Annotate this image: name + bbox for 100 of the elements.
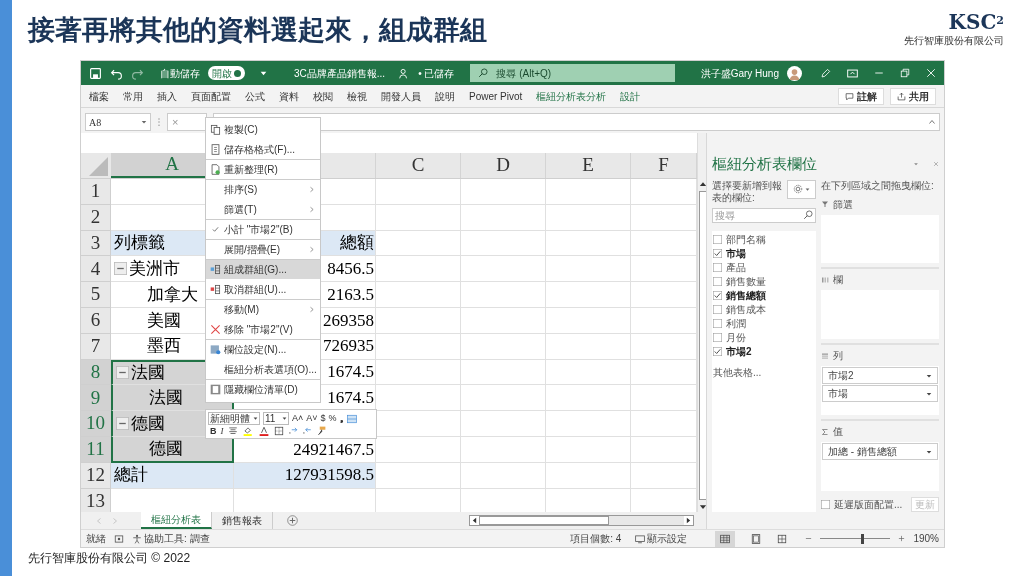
menu-item[interactable]: 移除 "市場2"(V) (206, 320, 320, 340)
area-field[interactable]: 加總 - 銷售總額 (822, 443, 938, 461)
collapse-button-icon[interactable] (116, 366, 129, 380)
ribbon-tab[interactable]: 校閱 (313, 88, 333, 104)
area-field[interactable]: 市場 (822, 385, 938, 403)
ribbon-tab[interactable]: 常用 (123, 88, 143, 104)
collapse-button-icon[interactable] (114, 262, 127, 276)
ribbon-display-icon[interactable] (847, 67, 858, 79)
ribbon-tab[interactable]: 公式 (245, 88, 265, 104)
page-layout-icon[interactable] (751, 533, 762, 544)
avatar-icon[interactable] (787, 65, 802, 81)
menu-item[interactable]: 儲存格格式(F)... (206, 140, 320, 160)
column-header[interactable]: D (461, 153, 546, 178)
checkbox[interactable] (713, 346, 722, 356)
checkbox[interactable] (713, 262, 722, 272)
share-button[interactable]: 共用 (890, 87, 936, 105)
display-settings-button[interactable]: 顯示設定 (635, 531, 688, 546)
pane-options-icon[interactable] (913, 161, 919, 168)
ribbon-tab[interactable]: 設計 (620, 88, 641, 104)
format-button[interactable]: A˄ (292, 414, 304, 423)
menu-item[interactable]: 隱藏欄位清單(D) (206, 380, 320, 400)
menu-item[interactable]: 欄位設定(N)... (206, 340, 320, 360)
menu-item[interactable]: 移動(M) (206, 300, 320, 320)
name-box[interactable]: A8 (85, 113, 151, 131)
italic-button[interactable]: I (220, 426, 224, 436)
menu-item[interactable]: 取消群組(U)... (206, 280, 320, 300)
add-sheet-icon[interactable] (287, 515, 298, 526)
comments-button[interactable]: 註解 (838, 87, 884, 105)
ribbon-tab[interactable]: 開發人員 (381, 88, 421, 104)
row-header[interactable]: 2 (81, 204, 111, 231)
accessibility-button[interactable]: 協助工具: 調查 (132, 531, 210, 546)
page-break-icon[interactable] (777, 533, 788, 544)
ribbon-tab[interactable]: 檢視 (347, 88, 367, 104)
format-button[interactable]: ❟ (339, 414, 344, 423)
borders-icon[interactable] (273, 426, 284, 436)
row-header[interactable]: 6 (81, 308, 111, 334)
ribbon-tab[interactable]: 檔案 (89, 88, 109, 104)
ribbon-tab[interactable]: Power Pivot (469, 88, 523, 104)
column-header[interactable]: C (376, 153, 461, 178)
checkbox[interactable] (713, 290, 722, 300)
menu-item[interactable]: 重新整理(R) (206, 160, 320, 180)
checkbox[interactable] (713, 318, 722, 328)
size-dropdown[interactable]: 11 (263, 412, 289, 425)
row-header[interactable]: 10 (81, 411, 111, 437)
zoom-out-icon[interactable] (805, 535, 813, 542)
checkbox[interactable] (713, 332, 722, 342)
drop-area[interactable]: 市場2 市場 (821, 366, 939, 416)
ribbon-tab[interactable]: 說明 (435, 88, 455, 104)
settings-button[interactable] (787, 179, 816, 199)
row-header[interactable]: 7 (81, 333, 111, 360)
format-button[interactable]: % (328, 414, 337, 423)
checkbox[interactable] (713, 234, 722, 244)
drop-area[interactable]: 加總 - 銷售總額 (821, 442, 939, 491)
zoom-slider[interactable] (820, 533, 891, 544)
font-color-icon[interactable] (257, 426, 270, 436)
area-field[interactable]: 市場2 (822, 367, 938, 385)
column-header[interactable]: E (546, 153, 631, 178)
more-tables-link[interactable]: 其他表格... (713, 364, 815, 380)
pen-icon[interactable] (820, 67, 831, 79)
autosave-toggle[interactable]: 開啟 (208, 66, 245, 80)
row-header[interactable]: 9 (81, 385, 111, 412)
number-format-icon[interactable] (346, 413, 357, 424)
menu-item[interactable]: 篩選(T) (206, 200, 320, 220)
checkbox[interactable] (713, 276, 722, 286)
ribbon-tab[interactable]: 插入 (157, 88, 177, 104)
bold-button[interactable]: B (210, 426, 217, 436)
align-center-icon[interactable] (227, 426, 238, 436)
sheet-tab[interactable]: 樞紐分析表 (141, 512, 212, 529)
fill-color-icon[interactable] (241, 426, 254, 436)
format-painter-icon[interactable] (315, 426, 326, 436)
row-header[interactable]: 11 (81, 436, 111, 463)
search-field[interactable]: 搜尋 (Alt+Q) (470, 64, 676, 82)
menu-item[interactable]: 小計 "市場2"(B) (206, 220, 320, 240)
zoom-in-icon[interactable] (898, 535, 906, 542)
row-header[interactable]: 1 (81, 179, 111, 205)
checkbox[interactable] (713, 248, 722, 258)
format-button[interactable]: $ (320, 414, 326, 423)
ribbon-tab[interactable]: 資料 (279, 88, 299, 104)
checkbox[interactable] (821, 500, 830, 509)
menu-item[interactable]: 排序(S) (206, 180, 320, 200)
format-button[interactable]: A˅ (306, 414, 318, 423)
ribbon-tab[interactable]: 樞紐分析表分析 (536, 88, 607, 104)
font-dropdown[interactable]: 新細明體 (208, 412, 260, 425)
menu-item[interactable]: 組成群組(G)... (206, 260, 320, 280)
macro-record-icon[interactable] (114, 533, 124, 544)
row-header[interactable]: 4 (81, 256, 111, 283)
save-icon[interactable] (89, 66, 102, 80)
row-header[interactable]: 3 (81, 230, 111, 257)
slider-thumb[interactable] (860, 533, 864, 544)
menu-item[interactable]: 複製(C) (206, 120, 320, 140)
row-header[interactable]: 12 (81, 462, 111, 489)
collapse-button-icon[interactable] (116, 417, 129, 431)
menu-item[interactable]: 樞紐分析表選項(O)... (206, 360, 320, 380)
row-header[interactable]: 8 (81, 359, 111, 386)
restore-icon[interactable] (900, 68, 910, 78)
normal-view-button[interactable] (715, 530, 736, 547)
ribbon-tab[interactable]: 頁面配置 (191, 88, 231, 104)
horizontal-scrollbar[interactable] (469, 515, 694, 526)
row-header[interactable]: 5 (81, 282, 111, 308)
checkbox[interactable] (713, 304, 722, 314)
